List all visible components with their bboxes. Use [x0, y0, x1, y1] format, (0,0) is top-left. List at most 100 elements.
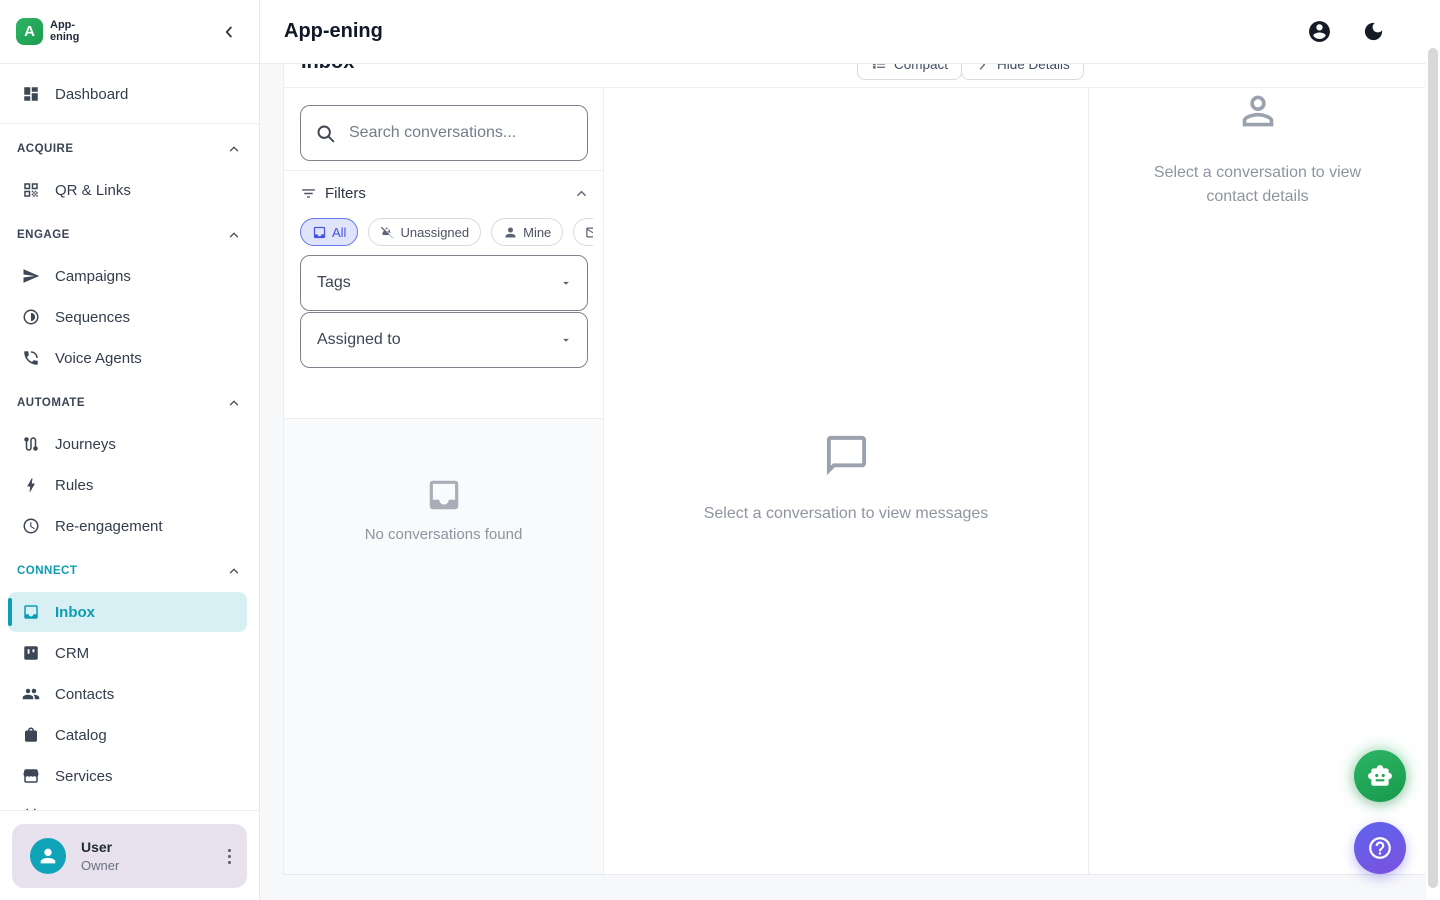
divider: [284, 170, 603, 171]
header-actions: [1306, 19, 1416, 45]
sidebar-item-catalog[interactable]: Catalog: [8, 715, 247, 755]
chip-unread[interactable]: Unread: [573, 218, 593, 246]
sidebar-section-engage[interactable]: ENGAGE: [8, 222, 247, 248]
qr-code-icon: [22, 181, 40, 199]
sidebar-item-label: Journeys: [55, 436, 116, 453]
sidebar-item-services[interactable]: Services: [8, 756, 247, 796]
inbox-empty-icon: [425, 476, 463, 514]
clock-icon: [22, 517, 40, 535]
sidebar-item-label: Sequences: [55, 309, 130, 326]
scrollbar-thumb[interactable]: [1428, 48, 1438, 888]
storefront-icon: [22, 767, 40, 785]
search-input[interactable]: [349, 124, 573, 142]
sidebar-item-re-engagement[interactable]: Re-engagement: [8, 506, 247, 546]
filters-label: Filters: [325, 185, 366, 202]
sidebar-section-connect[interactable]: CONNECT: [8, 558, 247, 584]
chevron-up-icon: [227, 396, 241, 410]
sidebar-item-label: Re-engagement: [55, 518, 163, 535]
chip-unassigned[interactable]: Unassigned: [368, 218, 481, 246]
sidebar-item-label: Inbox: [55, 604, 95, 621]
sidebar-item-sequences[interactable]: Sequences: [8, 297, 247, 337]
sidebar: A App- ening Dashboard ACQUIRE QR & Link…: [0, 0, 260, 900]
sidebar-item-label: Voice Agents: [55, 350, 142, 367]
sidebar-item-campaigns[interactable]: Campaigns: [8, 256, 247, 296]
send-icon: [22, 267, 40, 285]
sidebar-section-acquire[interactable]: ACQUIRE: [8, 136, 247, 162]
mail-unread-icon: [585, 225, 593, 240]
sidebar-item-contacts[interactable]: Contacts: [8, 674, 247, 714]
robot-icon: [1367, 763, 1393, 789]
sidebar-user-section: User Owner: [0, 810, 259, 900]
sidebar-item-qr-links[interactable]: QR & Links: [8, 170, 247, 210]
kanban-icon: [22, 644, 40, 662]
top-header: App-ening: [260, 0, 1440, 64]
assigned-select-label: Assigned to: [317, 331, 401, 349]
logo-line2: ening: [50, 32, 79, 44]
sidebar-item-voice-agents[interactable]: Voice Agents: [8, 338, 247, 378]
route-icon: [22, 435, 40, 453]
chat-bubble-icon: [823, 432, 870, 479]
no-conversations-text: No conversations found: [365, 526, 523, 543]
help-fab-button[interactable]: [1354, 822, 1406, 874]
moon-icon: [1362, 20, 1385, 43]
sequence-icon: [22, 308, 40, 326]
sidebar-item-inbox[interactable]: Inbox: [8, 592, 247, 632]
filters-toggle[interactable]: Filters: [300, 180, 589, 206]
sidebar-item-dashboard[interactable]: Dashboard: [8, 74, 247, 114]
chevron-up-icon: [227, 142, 241, 156]
search-field: [300, 105, 588, 161]
messages-panel: Select a conversation to view messages: [604, 88, 1089, 874]
account-circle-icon: [1307, 19, 1332, 44]
section-label: AUTOMATE: [17, 397, 85, 409]
tags-select[interactable]: Tags: [300, 255, 588, 311]
tags-select-label: Tags: [317, 274, 351, 292]
user-role: Owner: [81, 858, 119, 873]
sidebar-divider: [0, 123, 259, 124]
search-icon: [315, 123, 336, 144]
user-card[interactable]: User Owner: [12, 824, 247, 888]
section-label: CONNECT: [17, 565, 77, 577]
sidebar-item-label: Dashboard: [55, 86, 128, 103]
dashboard-icon: [22, 85, 40, 103]
inbox-icon: [22, 603, 40, 621]
shopping-bag-icon: [22, 726, 40, 744]
chip-label: All: [332, 225, 346, 240]
sidebar-item-label: Contacts: [55, 686, 114, 703]
sidebar-item-label: Services: [55, 768, 113, 785]
logo-line1: App-: [50, 20, 79, 32]
chevron-up-icon: [227, 228, 241, 242]
select-conversation-details-text: Select a conversation to view contact de…: [1133, 161, 1383, 209]
sidebar-item-label: Rules: [55, 477, 93, 494]
user-meta: User Owner: [81, 839, 119, 873]
select-conversation-messages-text: Select a conversation to view messages: [704, 505, 989, 523]
user-avatar: [30, 838, 66, 874]
sidebar-item-appointments[interactable]: Appointments: [8, 797, 247, 810]
dropdown-caret-icon: [559, 276, 573, 290]
assistant-fab-button[interactable]: [1354, 750, 1406, 802]
dark-mode-toggle[interactable]: [1360, 19, 1386, 45]
sidebar-section-automate[interactable]: AUTOMATE: [8, 390, 247, 416]
chip-all[interactable]: All: [300, 218, 358, 246]
user-menu-button[interactable]: [222, 843, 237, 870]
sidebar-item-journeys[interactable]: Journeys: [8, 424, 247, 464]
chip-mine[interactable]: Mine: [491, 218, 563, 246]
sidebar-item-crm[interactable]: CRM: [8, 633, 247, 673]
page-scrollbar[interactable]: [1426, 0, 1440, 900]
bolt-icon: [22, 476, 40, 494]
filter-list-icon: [300, 185, 317, 202]
sidebar-collapse-button[interactable]: [215, 18, 243, 46]
sidebar-item-rules[interactable]: Rules: [8, 465, 247, 505]
sidebar-logo-row: A App- ening: [0, 0, 259, 64]
chevron-up-icon[interactable]: [574, 186, 589, 201]
chip-label: Mine: [523, 225, 551, 240]
filter-chips: All Unassigned Mine Unread: [300, 218, 593, 246]
app-logo-icon: A: [16, 18, 43, 45]
person-icon: [37, 845, 59, 867]
chevron-left-icon: [220, 23, 238, 41]
app-title: App-ening: [284, 20, 383, 43]
person-outline-icon: [1235, 88, 1281, 134]
account-button[interactable]: [1306, 19, 1332, 45]
assigned-to-select[interactable]: Assigned to: [300, 312, 588, 368]
sidebar-nav: Dashboard ACQUIRE QR & Links ENGAGE Camp…: [0, 64, 259, 810]
sidebar-item-label: QR & Links: [55, 182, 131, 199]
